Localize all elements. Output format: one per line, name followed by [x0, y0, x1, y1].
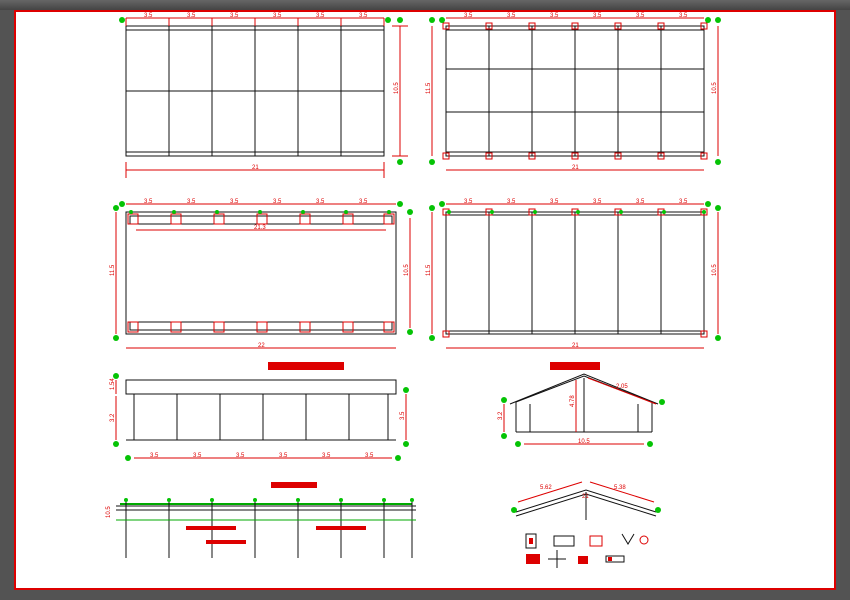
- dim: 3.5: [187, 199, 196, 205]
- dim-outer: 22: [258, 343, 265, 349]
- dim: 3.5: [464, 13, 473, 19]
- dim: 3.5: [464, 199, 473, 205]
- dim-inner: 21.3: [254, 225, 266, 231]
- dim: 3.5: [636, 13, 645, 19]
- cad-drawing: 3.5 3.5 3.5 3.5 3.5 3.5 21 10.5 3.5 3.5 …: [16, 12, 834, 588]
- title-section: [550, 362, 600, 370]
- dim-span: 10.5: [578, 439, 590, 445]
- dim: 3.5: [359, 13, 368, 19]
- dim-h: 11.5: [426, 82, 432, 94]
- dim-h: 10.5: [712, 264, 718, 276]
- dim: 10.5: [106, 506, 112, 518]
- dim: 3.5: [230, 13, 239, 19]
- dim-height: 10.5: [394, 82, 400, 94]
- dim: 3.5: [316, 13, 325, 19]
- dim: 3.5: [150, 453, 159, 459]
- dim: 3.5: [187, 13, 196, 19]
- dim-wall: 3.2: [498, 411, 504, 420]
- dim-width: 21: [572, 165, 579, 171]
- dim: 3.5: [593, 13, 602, 19]
- dim-slope: 2.05: [616, 384, 628, 390]
- dim: 3.5: [193, 453, 202, 459]
- dim: 3.5: [279, 453, 288, 459]
- app-titlebar: [0, 0, 850, 10]
- dim-width: 21: [252, 165, 259, 171]
- dim: 3.5: [636, 199, 645, 205]
- dim-apex: 4.78: [570, 395, 576, 407]
- dim: 3.5: [550, 199, 559, 205]
- dim-h: 11.5: [426, 264, 432, 276]
- dim: 3.5: [550, 13, 559, 19]
- dim: 1.54: [110, 378, 116, 390]
- dim: 3.5: [507, 199, 516, 205]
- dim: 3.5: [679, 199, 688, 205]
- dim: 3.5: [144, 13, 153, 19]
- dim: 3.5: [593, 199, 602, 205]
- dim-h: 10.5: [712, 82, 718, 94]
- dim-l: 5.62: [540, 485, 552, 491]
- dim: 3.5: [400, 411, 406, 420]
- title-detail: [271, 482, 317, 488]
- dim: 3.5: [322, 453, 331, 459]
- dim: 3.5: [144, 199, 153, 205]
- dim: 3.5: [236, 453, 245, 459]
- dim: 3.5: [273, 199, 282, 205]
- dim: 3.5: [316, 199, 325, 205]
- dim: 3.5: [679, 13, 688, 19]
- dim-r: 5.38: [614, 485, 626, 491]
- dim-h: 10.5: [404, 264, 410, 276]
- title-elevation: [268, 362, 344, 370]
- dim: 3.5: [365, 453, 374, 459]
- dim: 3.5: [507, 13, 516, 19]
- dim: 3.5: [273, 13, 282, 19]
- dim-ridge: 21: [582, 494, 589, 500]
- dim: 3.5: [230, 199, 239, 205]
- dim-width: 21: [572, 343, 579, 349]
- dim: 3.2: [110, 413, 116, 422]
- dim: 3.5: [359, 199, 368, 205]
- drawing-sheet: 3.5 3.5 3.5 3.5 3.5 3.5 21 10.5 3.5 3.5 …: [14, 10, 836, 590]
- dim-h: 11.5: [110, 264, 116, 276]
